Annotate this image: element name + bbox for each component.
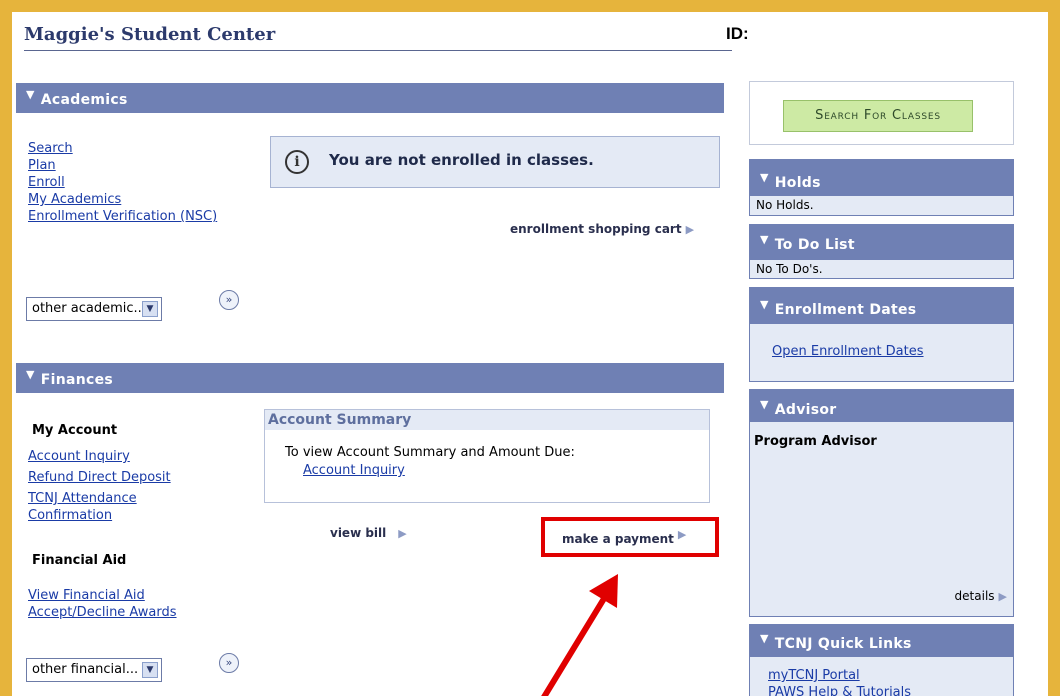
triangle-down-icon: ▼ bbox=[26, 368, 35, 381]
red-arrow-annotation bbox=[541, 574, 618, 696]
view-bill-label: view bill bbox=[330, 526, 387, 540]
todo-panel: ▼ To Do List No To Do's. bbox=[749, 224, 1014, 279]
link-enrollment-verification[interactable]: Enrollment Verification (NSC) bbox=[28, 208, 217, 225]
my-account-links: Account Inquiry Refund Direct Deposit TC… bbox=[28, 448, 171, 524]
quick-links-panel: ▼ TCNJ Quick Links myTCNJ Portal PAWS Hel… bbox=[749, 624, 1014, 696]
search-classes-panel: Search For Classes bbox=[749, 81, 1014, 145]
academics-section-header[interactable]: ▼ Academics bbox=[16, 83, 724, 113]
holds-header[interactable]: ▼ Holds bbox=[750, 160, 1013, 196]
enrollment-dates-title: Enrollment Dates bbox=[774, 302, 917, 318]
advisor-panel: ▼ Advisor Program Advisor details ▶ bbox=[749, 389, 1014, 617]
link-tcnj-attendance[interactable]: TCNJ Attendance bbox=[28, 490, 171, 507]
link-accept-decline-awards[interactable]: Accept/Decline Awards bbox=[28, 604, 177, 621]
dropdown-arrow-icon: ▼ bbox=[142, 662, 158, 678]
not-enrolled-notice: i You are not enrolled in classes. bbox=[270, 136, 720, 188]
triangle-down-icon: ▼ bbox=[760, 632, 769, 645]
academic-go-button[interactable]: » bbox=[219, 290, 239, 310]
triangle-down-icon: ▼ bbox=[760, 171, 769, 184]
link-enroll[interactable]: Enroll bbox=[28, 174, 217, 191]
id-label: ID: bbox=[726, 24, 749, 43]
triangle-down-icon: ▼ bbox=[26, 88, 35, 101]
page-title: Maggie's Student Center bbox=[24, 22, 732, 51]
link-plan[interactable]: Plan bbox=[28, 157, 217, 174]
advisor-title: Advisor bbox=[774, 402, 837, 418]
account-summary-text: To view Account Summary and Amount Due: bbox=[285, 445, 575, 460]
other-academic-value: other academic... bbox=[32, 301, 146, 316]
finances-section-header[interactable]: ▼ Finances bbox=[16, 363, 724, 393]
finances-title: Finances bbox=[40, 372, 114, 388]
double-chevron-right-icon: » bbox=[225, 293, 233, 306]
link-refund-direct-deposit[interactable]: Refund Direct Deposit bbox=[28, 469, 171, 486]
details-label: details bbox=[954, 589, 995, 603]
link-search[interactable]: Search bbox=[28, 140, 217, 157]
advisor-header[interactable]: ▼ Advisor bbox=[750, 390, 1013, 422]
triangle-down-icon: ▼ bbox=[760, 233, 769, 246]
todo-title: To Do List bbox=[774, 237, 855, 253]
shopping-cart-label: enrollment shopping cart bbox=[510, 222, 682, 236]
holds-title: Holds bbox=[774, 175, 821, 191]
student-center-page: Maggie's Student Center ID: ▼ Academics S… bbox=[12, 12, 1048, 696]
triangle-right-icon: ▶ bbox=[685, 223, 695, 236]
dropdown-arrow-icon: ▼ bbox=[142, 301, 158, 317]
academics-links: Search Plan Enroll My Academics Enrollme… bbox=[28, 140, 217, 225]
financial-go-button[interactable]: » bbox=[219, 653, 239, 673]
program-advisor-heading: Program Advisor bbox=[754, 434, 877, 449]
info-icon: i bbox=[285, 150, 309, 174]
todo-header[interactable]: ▼ To Do List bbox=[750, 225, 1013, 260]
view-bill-link[interactable]: view bill ▶ bbox=[330, 526, 407, 540]
holds-text: No Holds. bbox=[756, 198, 814, 212]
academics-title: Academics bbox=[40, 92, 128, 108]
quick-links-title: TCNJ Quick Links bbox=[774, 636, 912, 652]
other-academic-select[interactable]: other academic... ▼ bbox=[26, 297, 162, 321]
enrollment-shopping-cart-link[interactable]: enrollment shopping cart ▶ bbox=[510, 222, 694, 236]
financial-aid-heading: Financial Aid bbox=[32, 553, 127, 568]
quick-links-header[interactable]: ▼ TCNJ Quick Links bbox=[750, 625, 1013, 657]
todo-text: No To Do's. bbox=[756, 262, 823, 276]
double-chevron-right-icon: » bbox=[225, 656, 233, 669]
triangle-right-icon: ▶ bbox=[998, 590, 1007, 603]
triangle-right-icon: ▶ bbox=[398, 527, 407, 540]
enrollment-dates-header[interactable]: ▼ Enrollment Dates bbox=[750, 288, 1013, 324]
notice-text: You are not enrolled in classes. bbox=[329, 151, 594, 169]
search-for-classes-button[interactable]: Search For Classes bbox=[783, 100, 973, 132]
make-payment-highlight bbox=[541, 517, 719, 557]
quick-link-mytcnj-portal[interactable]: myTCNJ Portal bbox=[768, 667, 860, 684]
advisor-details-link[interactable]: details ▶ bbox=[955, 589, 1007, 603]
quick-link-paws-help[interactable]: PAWS Help & Tutorials bbox=[768, 684, 911, 696]
link-account-inquiry[interactable]: Account Inquiry bbox=[28, 448, 171, 465]
account-summary-box: Account Summary To view Account Summary … bbox=[264, 409, 710, 503]
triangle-down-icon: ▼ bbox=[760, 398, 769, 411]
financial-aid-links: View Financial Aid Accept/Decline Awards bbox=[28, 587, 177, 621]
link-confirmation[interactable]: Confirmation bbox=[28, 507, 171, 524]
holds-panel: ▼ Holds No Holds. bbox=[749, 159, 1014, 216]
my-account-heading: My Account bbox=[32, 423, 118, 438]
link-view-financial-aid[interactable]: View Financial Aid bbox=[28, 587, 177, 604]
other-financial-select[interactable]: other financial... ▼ bbox=[26, 658, 162, 682]
link-my-academics[interactable]: My Academics bbox=[28, 191, 217, 208]
triangle-down-icon: ▼ bbox=[760, 298, 769, 311]
other-financial-value: other financial... bbox=[32, 662, 139, 677]
open-enrollment-dates-link[interactable]: Open Enrollment Dates bbox=[772, 343, 924, 360]
account-summary-title: Account Summary bbox=[265, 410, 709, 430]
account-summary-inquiry-link[interactable]: Account Inquiry bbox=[303, 462, 405, 479]
enrollment-dates-panel: ▼ Enrollment Dates Open Enrollment Dates bbox=[749, 287, 1014, 382]
